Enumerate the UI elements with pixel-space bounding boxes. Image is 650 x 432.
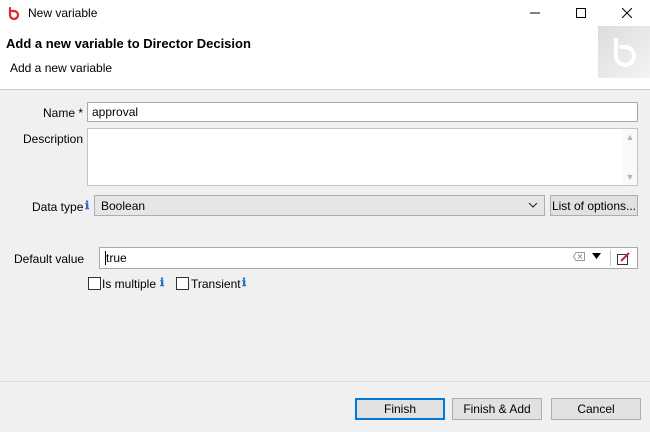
datatype-selected-value: Boolean bbox=[101, 199, 146, 213]
minimize-button[interactable] bbox=[512, 0, 558, 26]
datatype-info-icon[interactable]: ℹ bbox=[85, 199, 89, 212]
list-of-options-button[interactable]: List of options... bbox=[550, 195, 638, 216]
chevron-down-icon bbox=[528, 199, 538, 213]
dropdown-arrow-icon[interactable] bbox=[592, 251, 601, 262]
field-separator bbox=[610, 250, 611, 266]
bonita-logo-icon bbox=[6, 5, 22, 21]
finish-button[interactable]: Finish bbox=[355, 398, 445, 420]
scroll-down-icon[interactable]: ▼ bbox=[626, 172, 635, 182]
clear-icon[interactable] bbox=[572, 252, 585, 264]
close-button[interactable] bbox=[604, 0, 650, 26]
finish-and-add-button[interactable]: Finish & Add bbox=[452, 398, 542, 420]
minimize-icon bbox=[530, 12, 540, 14]
wizard-heading: Add a new variable to Director Decision bbox=[6, 36, 251, 51]
wizard-logo bbox=[598, 26, 650, 78]
default-value-input[interactable]: true bbox=[106, 251, 127, 265]
maximize-icon bbox=[576, 8, 586, 18]
name-input[interactable]: approval bbox=[87, 102, 638, 122]
datatype-select[interactable]: Boolean bbox=[94, 195, 545, 216]
name-label: Name * bbox=[43, 106, 84, 120]
description-scrollbar[interactable]: ▲ ▼ bbox=[623, 129, 637, 185]
window-titlebar: New variable bbox=[0, 0, 650, 26]
bonita-watermark-icon bbox=[614, 38, 636, 67]
default-value-label: Default value bbox=[14, 252, 85, 266]
transient-label: Transient bbox=[191, 277, 241, 291]
maximize-button[interactable] bbox=[558, 0, 604, 26]
transient-checkbox[interactable] bbox=[176, 277, 189, 290]
cancel-button[interactable]: Cancel bbox=[551, 398, 641, 420]
description-label: Description bbox=[23, 132, 84, 146]
transient-info-icon[interactable]: ℹ bbox=[242, 276, 246, 289]
default-value-field[interactable]: true bbox=[99, 247, 638, 269]
variable-form: Name * approval Description ▲ ▼ Data typ… bbox=[0, 91, 650, 381]
description-textarea[interactable]: ▲ ▼ bbox=[87, 128, 638, 186]
wizard-subheading: Add a new variable bbox=[10, 61, 113, 75]
is-multiple-info-icon[interactable]: ℹ bbox=[160, 276, 164, 289]
is-multiple-label: Is multiple bbox=[102, 277, 157, 291]
edit-expression-icon[interactable] bbox=[615, 250, 631, 266]
scroll-up-icon[interactable]: ▲ bbox=[626, 132, 635, 142]
dialog-footer: Finish Finish & Add Cancel bbox=[0, 381, 650, 432]
close-icon bbox=[622, 8, 632, 18]
datatype-label: Data type bbox=[32, 200, 84, 214]
wizard-header: Add a new variable to Director Decision … bbox=[0, 26, 650, 90]
window-title: New variable bbox=[28, 6, 98, 20]
is-multiple-checkbox[interactable] bbox=[88, 277, 101, 290]
